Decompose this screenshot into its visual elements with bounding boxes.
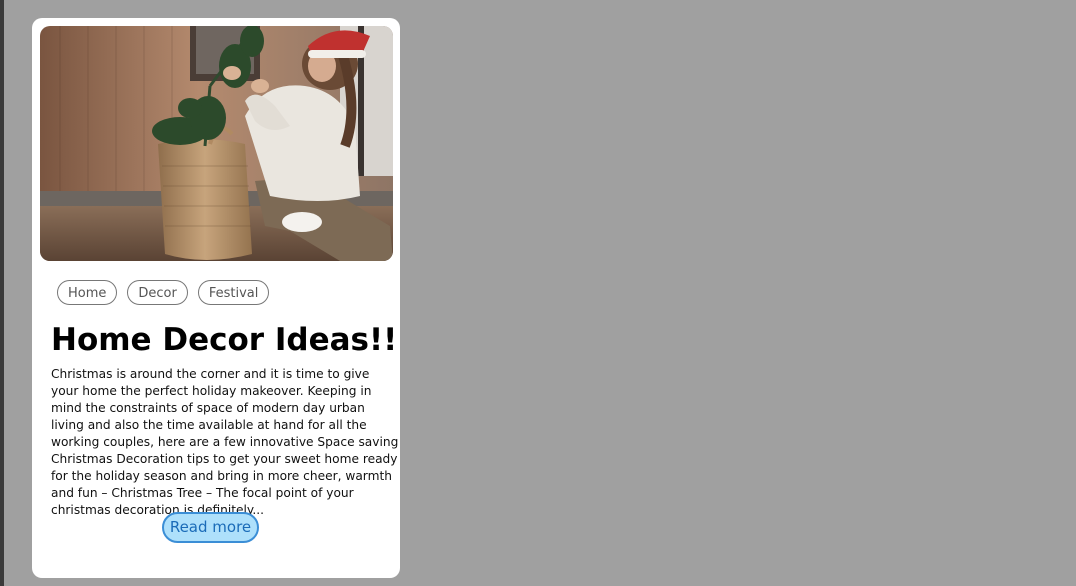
tag-decor[interactable]: Decor (127, 280, 188, 305)
window-edge (0, 0, 4, 586)
tag-home[interactable]: Home (57, 280, 118, 305)
card-description: Christmas is around the corner and it is… (51, 367, 399, 517)
card-title: Home Decor Ideas!! (51, 322, 398, 358)
tag-list: Home Decor Festival (57, 280, 270, 305)
tag-festival[interactable]: Festival (197, 280, 270, 305)
read-more-button[interactable]: Read more (162, 512, 259, 543)
blog-card: Home Decor Festival Home Decor Ideas!! C… (32, 18, 400, 578)
card-image (40, 26, 393, 261)
